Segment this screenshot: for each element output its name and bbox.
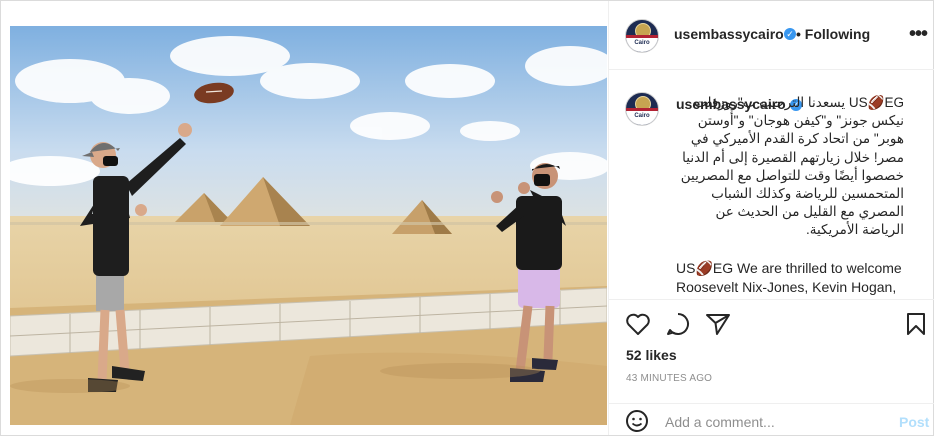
instagram-post-modal: Cairo usembassycairo ✓ • Following ••• C…	[0, 0, 934, 436]
username-link[interactable]: usembassycairo	[674, 26, 784, 42]
heart-icon[interactable]	[625, 312, 651, 336]
avatar-label: Cairo	[634, 113, 650, 119]
paper-plane-icon[interactable]	[705, 312, 731, 336]
comment-bar: Post	[609, 403, 934, 436]
caption-english-text: US🏈EG We are thrilled to welcome Rooseve…	[676, 260, 902, 295]
comment-icon[interactable]	[665, 312, 691, 336]
post-photo[interactable]	[10, 26, 607, 425]
post-timestamp[interactable]: 43 MINUTES AGO	[626, 373, 712, 384]
caption-area: Cairo usembassycairo ✓ US🏈EG يسعدنا الترح…	[609, 70, 934, 300]
caption-arabic-text: US🏈EG يسعدنا الترحيب ب"روزفلت نيكس جونز"…	[680, 95, 904, 238]
caption-avatar[interactable]: Cairo	[625, 92, 659, 126]
avatar[interactable]: Cairo	[625, 19, 659, 53]
post-side-panel: Cairo usembassycairo ✓ • Following ••• C…	[608, 1, 934, 435]
post-comment-button[interactable]: Post	[899, 414, 929, 430]
photo-scene	[10, 26, 607, 425]
bookmark-icon[interactable]	[905, 312, 927, 336]
following-status[interactable]: • Following	[796, 26, 870, 42]
action-bar	[609, 311, 934, 341]
comment-input[interactable]	[665, 414, 865, 430]
avatar-label: Cairo	[634, 40, 650, 46]
post-header: Cairo usembassycairo ✓ • Following •••	[609, 1, 934, 70]
likes-count[interactable]: 52 likes	[626, 347, 677, 363]
verified-badge-icon: ✓	[784, 28, 796, 40]
emoji-icon[interactable]	[625, 409, 649, 433]
more-options-icon[interactable]: •••	[909, 23, 928, 46]
